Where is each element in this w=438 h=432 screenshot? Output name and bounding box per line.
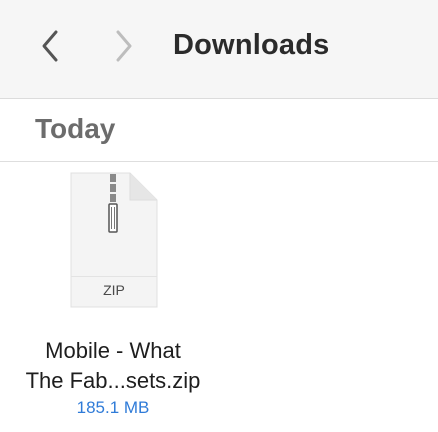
file-name: Mobile - What The Fab...sets.zip (0, 336, 226, 396)
section-header-today: Today (0, 99, 438, 162)
zip-file-icon: ZIP (70, 172, 158, 308)
chevron-left-icon (42, 30, 58, 62)
page-title: Downloads (173, 29, 330, 61)
forward-button[interactable] (108, 28, 140, 64)
file-size: 185.1 MB (76, 398, 150, 417)
downloads-window: Downloads Today ZIP Mobile - What The Fa… (0, 0, 438, 432)
file-name-line2: The Fab...sets.zip (25, 368, 201, 393)
back-button[interactable] (34, 28, 66, 64)
file-name-line1: Mobile - What (45, 338, 181, 363)
file-type-label: ZIP (103, 282, 125, 298)
section-title: Today (35, 113, 116, 144)
toolbar: Downloads (0, 0, 438, 99)
file-item[interactable]: ZIP Mobile - What The Fab...sets.zip 185… (0, 162, 226, 432)
chevron-right-icon (116, 30, 132, 62)
